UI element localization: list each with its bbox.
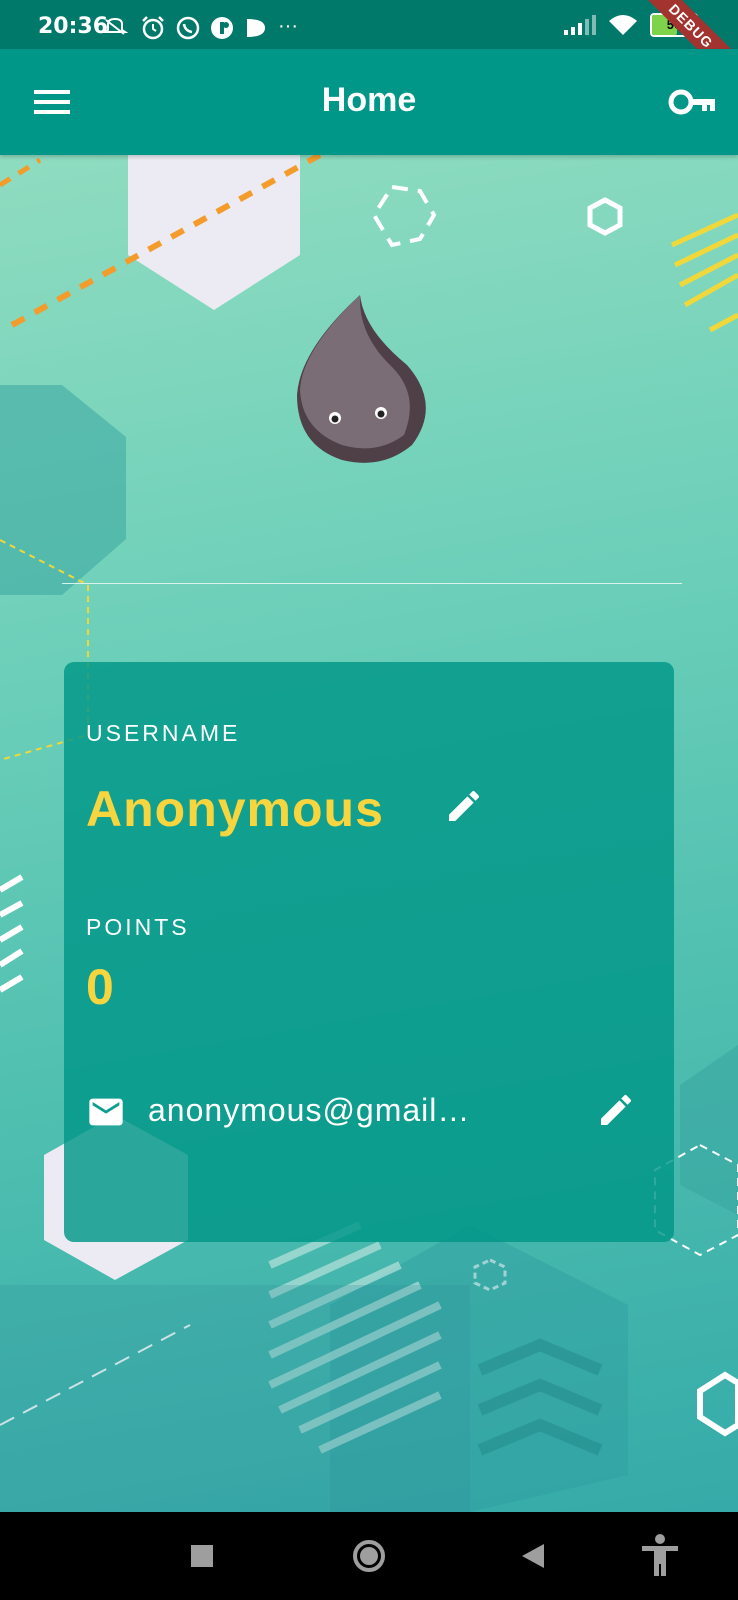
pencil-icon xyxy=(601,1094,632,1125)
username-value: Anonymous xyxy=(86,781,384,837)
status-time: 20:36 xyxy=(38,14,109,39)
mail-icon xyxy=(89,1098,123,1126)
profile-card: USERNAME Anonymous POINTS 0 anonymous@gm… xyxy=(64,662,674,1242)
accessibility-button[interactable] xyxy=(640,1534,680,1583)
system-navigation-bar xyxy=(0,1512,738,1600)
pencil-icon xyxy=(449,790,480,821)
whatsapp-icon xyxy=(176,16,200,40)
home-circle-icon xyxy=(353,1540,385,1572)
email-row: anonymous@gmail… xyxy=(86,1090,646,1134)
points-value: 0 xyxy=(86,959,114,1015)
mute-icon xyxy=(101,17,129,35)
play-icon xyxy=(247,19,265,37)
points-label: POINTS xyxy=(86,914,190,940)
email-value: anonymous@gmail… xyxy=(148,1092,471,1128)
recents-button[interactable] xyxy=(190,1544,214,1573)
alarm-icon xyxy=(142,16,164,40)
app-bar: Home xyxy=(0,49,738,155)
page-title: Home xyxy=(321,81,417,119)
drop-mascot-image xyxy=(297,295,426,463)
app-icon xyxy=(211,17,233,39)
edit-username-button[interactable] xyxy=(444,786,484,831)
key-icon xyxy=(668,89,715,115)
status-bar: 20:36 ··· 56 DEBUG xyxy=(0,0,738,88)
back-button[interactable] xyxy=(520,1542,546,1575)
divider xyxy=(62,583,682,584)
more-dots-icon: ··· xyxy=(278,15,298,37)
recents-square-icon xyxy=(191,1545,213,1567)
home-button[interactable] xyxy=(352,1539,386,1578)
wifi-icon xyxy=(609,15,637,35)
signal-icon xyxy=(564,15,596,35)
username-label: USERNAME xyxy=(86,720,241,746)
edit-email-button[interactable] xyxy=(596,1090,636,1135)
back-triangle-icon xyxy=(522,1544,544,1568)
key-button[interactable] xyxy=(668,85,716,119)
status-notification-icons: ··· xyxy=(100,16,298,40)
home-content: USERNAME Anonymous POINTS 0 anonymous@gm… xyxy=(0,155,738,1512)
accessibility-icon xyxy=(642,1534,678,1576)
